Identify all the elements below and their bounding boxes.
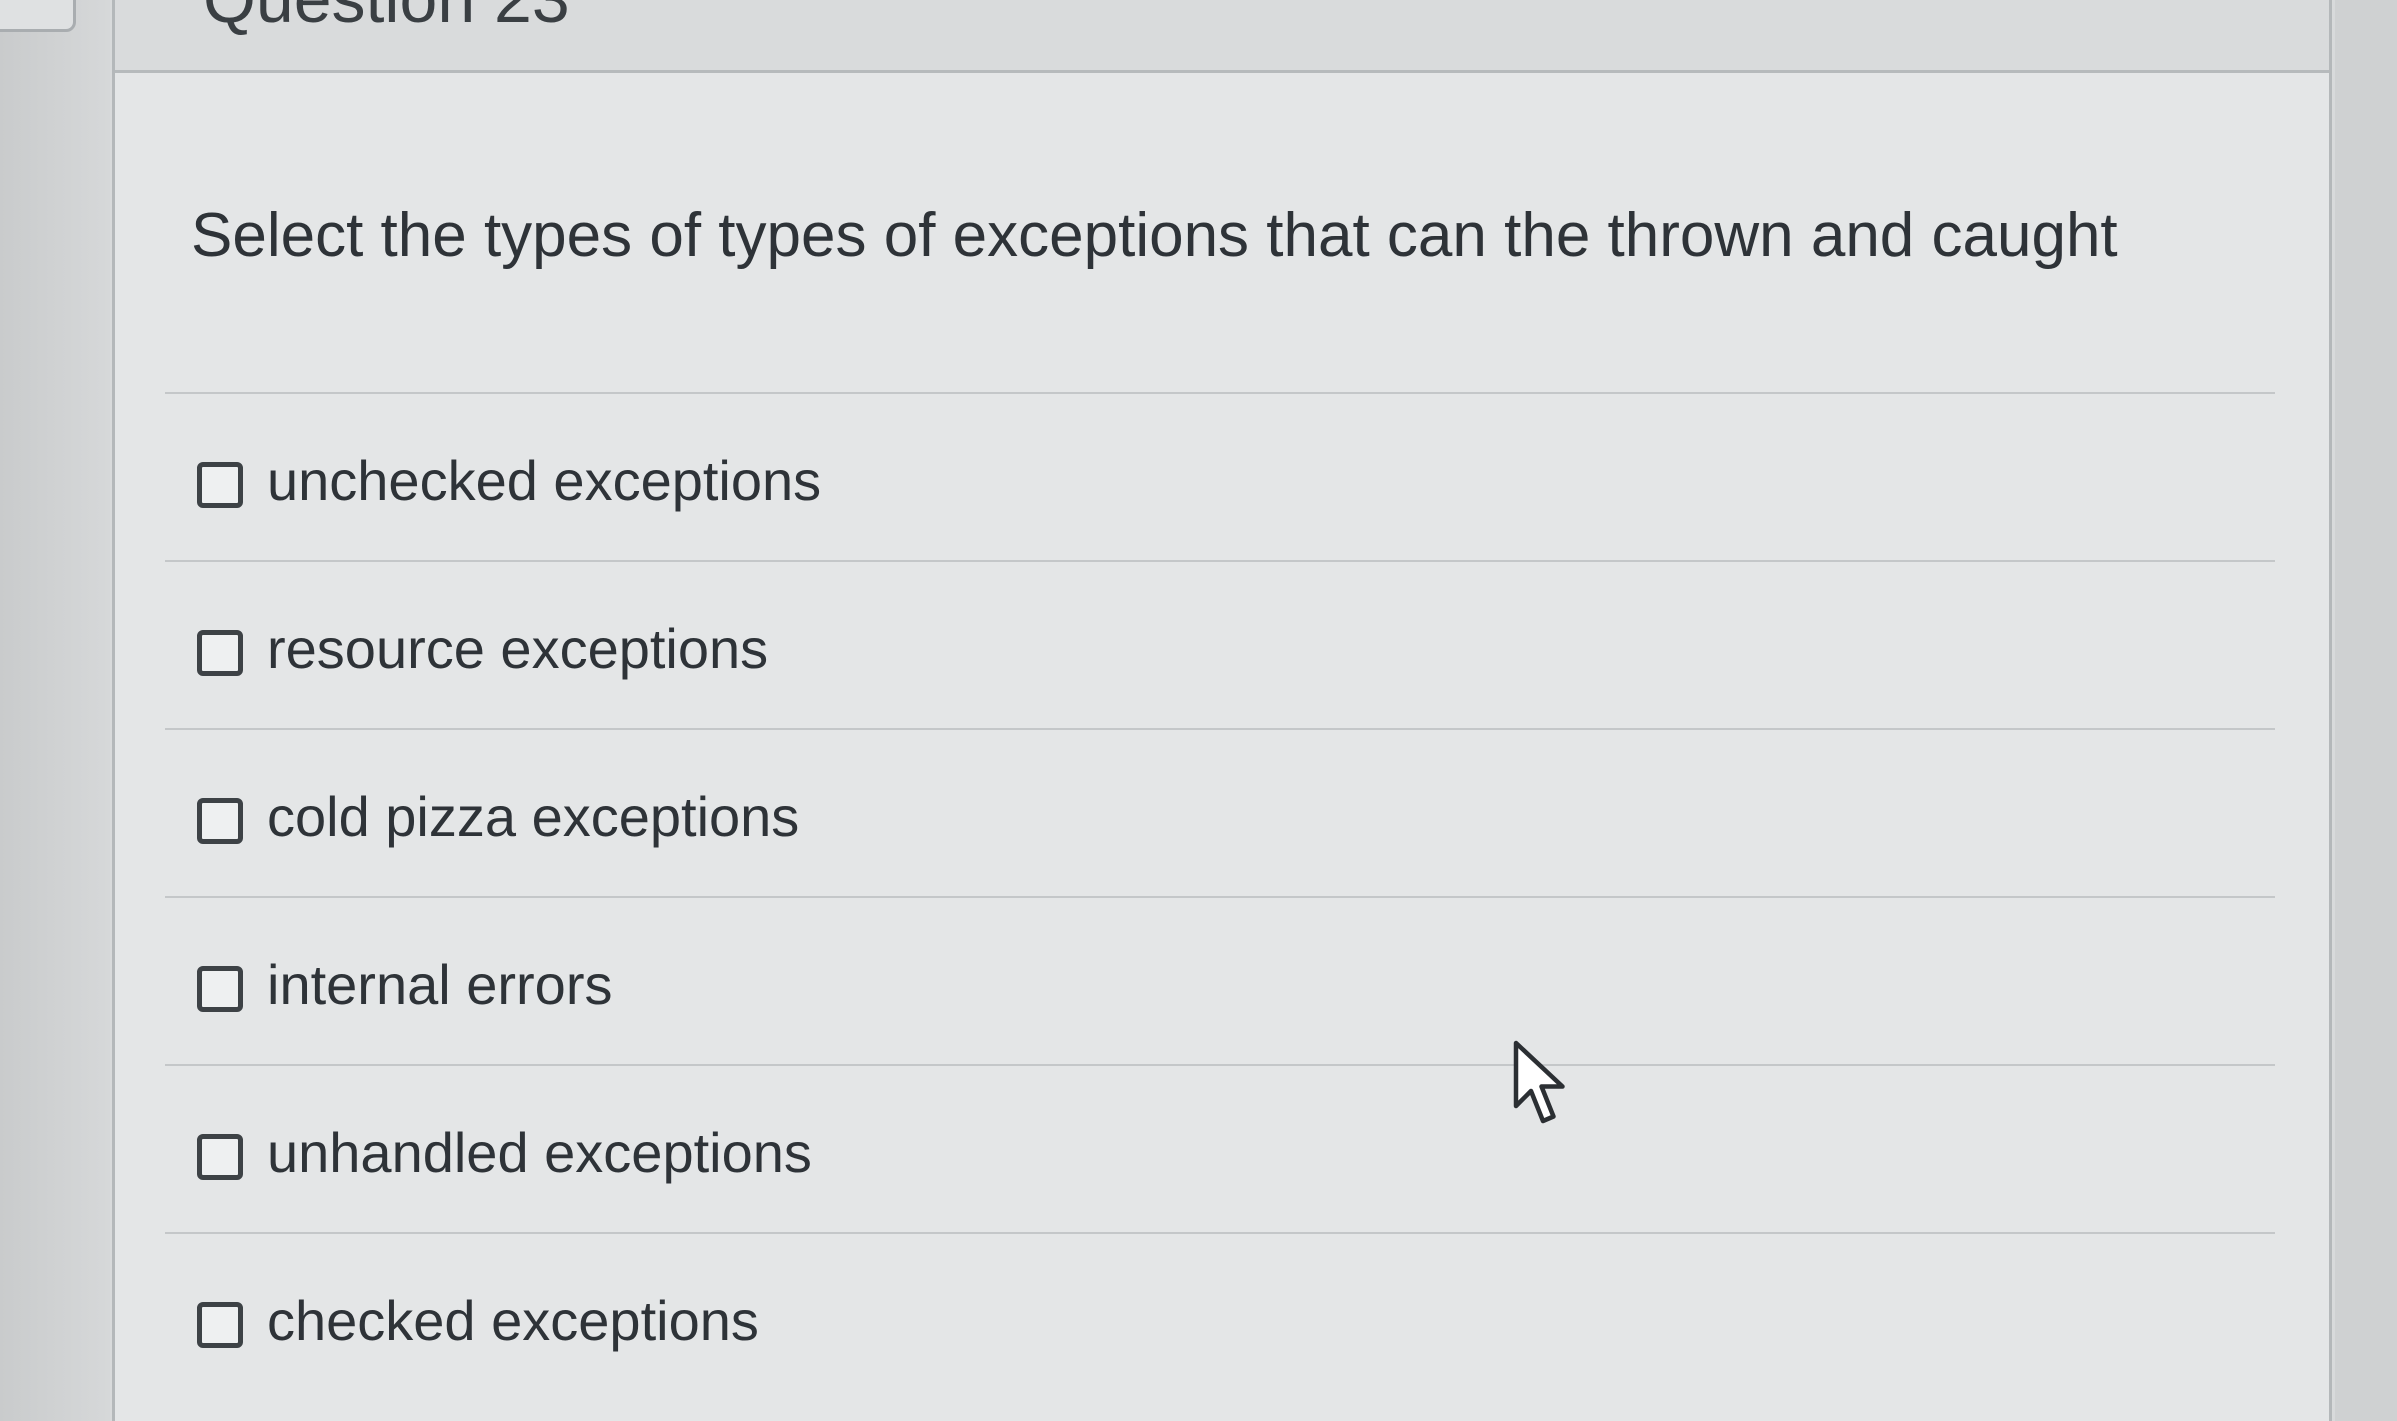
answer-checkbox[interactable] [197,1302,243,1348]
mouse-pointer-icon [1513,1040,1565,1124]
answer-label[interactable]: cold pizza exceptions [267,784,799,849]
question-title: Question 23 [203,0,570,38]
answer-checkbox[interactable] [197,630,243,676]
answer-option-resource-exceptions[interactable]: resource exceptions [165,560,2275,728]
answer-checkbox[interactable] [197,1134,243,1180]
answer-label[interactable]: checked exceptions [267,1288,759,1353]
answer-option-checked-exceptions[interactable]: checked exceptions [165,1232,2275,1400]
answer-checkbox[interactable] [197,462,243,508]
question-header: Question 23 [115,0,2329,73]
question-card: Question 23 Select the types of types of… [112,0,2332,1421]
answer-label[interactable]: internal errors [267,952,612,1017]
answer-label[interactable]: unhandled exceptions [267,1120,812,1185]
question-prompt: Select the types of types of exceptions … [191,201,2118,270]
answer-label[interactable]: unchecked exceptions [267,448,821,513]
answer-checkbox[interactable] [197,966,243,1012]
answer-option-unchecked-exceptions[interactable]: unchecked exceptions [165,392,2275,560]
answer-label[interactable]: resource exceptions [267,616,768,681]
answer-option-cold-pizza-exceptions[interactable]: cold pizza exceptions [165,728,2275,896]
answer-list: unchecked exceptions resource exceptions… [165,392,2275,1400]
answer-option-unhandled-exceptions[interactable]: unhandled exceptions [165,1064,2275,1232]
answer-checkbox[interactable] [197,798,243,844]
left-gutter [0,0,110,1421]
right-edge [2335,0,2397,1421]
answer-option-internal-errors[interactable]: internal errors [165,896,2275,1064]
sidebar-tab[interactable] [0,0,76,32]
